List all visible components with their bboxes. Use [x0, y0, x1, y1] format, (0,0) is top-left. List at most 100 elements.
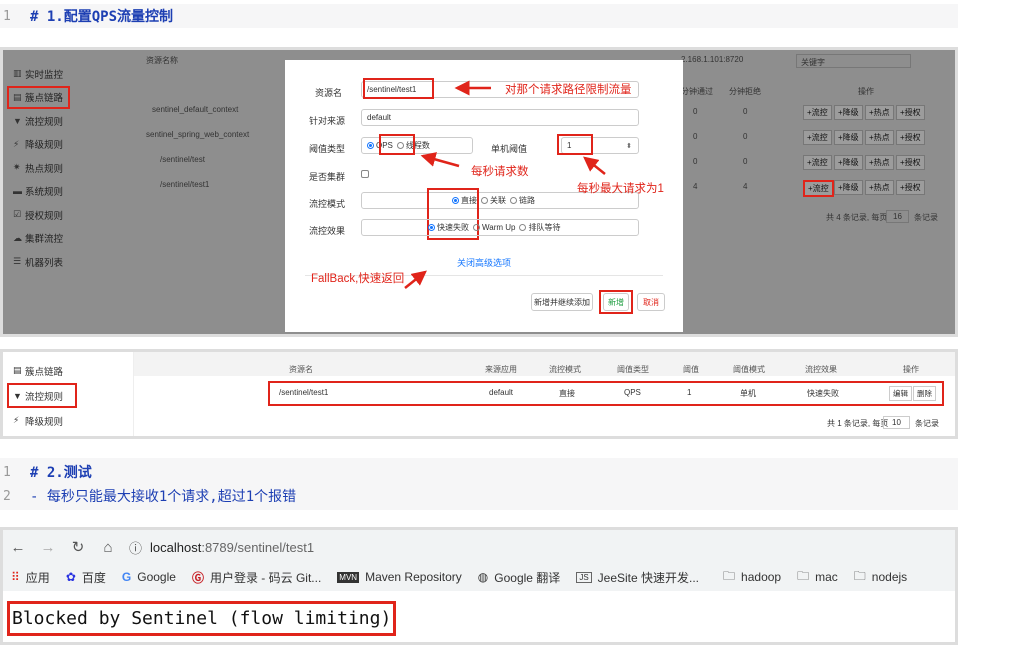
hot-button[interactable]: +热点	[865, 155, 894, 170]
sidebar: ▤ 簇点链路 ▼ 流控规则 ⚡ 降级规则	[3, 352, 134, 436]
gitee-icon: Ⓖ	[191, 570, 204, 585]
line-number: 1	[3, 8, 11, 24]
table-header: 操作	[903, 365, 919, 374]
blocked-message: Blocked by Sentinel (flow limiting)	[7, 601, 397, 636]
sidebar-item-machines[interactable]: ☰ 机器列表	[3, 250, 136, 274]
list-icon: ☰	[13, 256, 22, 267]
arrow-icon	[420, 152, 460, 168]
table-header: 资源名	[289, 365, 313, 374]
cell-effect: 快速失败	[807, 389, 839, 398]
code-heading: # 2.测试	[30, 465, 92, 481]
list-icon: ▤	[13, 91, 22, 102]
sidebar-item-degrade-rules[interactable]: ⚡ 降级规则	[3, 133, 136, 157]
sidebar-item-degrade-rules[interactable]: ⚡ 降级规则	[3, 408, 133, 433]
bolt-icon: ⚡	[13, 138, 20, 149]
sidebar-item-system-rules[interactable]: ▬ 系统规则	[3, 180, 136, 204]
bookmark-apps[interactable]: ⠿ 应用	[11, 569, 50, 586]
auth-button[interactable]: +授权	[896, 180, 925, 195]
edit-button[interactable]: 编辑	[889, 386, 912, 401]
auth-button[interactable]: +授权	[896, 155, 925, 170]
sidebar-item-auth-rules[interactable]: ☑ 授权规则	[3, 203, 136, 227]
code-heading: # 1.配置QPS流量控制	[30, 9, 174, 25]
reject-value: 0	[743, 157, 748, 166]
flow-rule-modal: 资源名 /sentinel/test1 针对来源 default 阈值类型 QP…	[285, 60, 683, 332]
degrade-button[interactable]: +降级	[834, 155, 863, 170]
auth-button[interactable]: +授权	[896, 130, 925, 145]
pass-value: 0	[693, 107, 698, 116]
forward-icon[interactable]: →	[33, 539, 63, 556]
sidebar-item-resource-chain[interactable]: ▤ 簇点链路	[3, 358, 133, 383]
code-block-config: 1 # 1.配置QPS流量控制	[0, 4, 958, 28]
flow-button[interactable]: +流控	[803, 155, 832, 170]
col-pass: 分钟通过	[681, 87, 713, 96]
google-icon: G	[121, 570, 132, 584]
sidebar-item-realtime[interactable]: ▥ 实时监控	[3, 62, 136, 86]
row-highlight	[268, 381, 944, 406]
reload-icon[interactable]: ↻	[63, 538, 93, 556]
line-number: 2	[3, 488, 11, 504]
col-ops: 操作	[858, 87, 874, 96]
maven-icon: MVN	[337, 571, 360, 583]
filter-icon: ▼	[13, 115, 22, 126]
page-content: Blocked by Sentinel (flow limiting)	[3, 591, 955, 642]
flow-button-highlighted[interactable]: +流控	[803, 180, 834, 197]
sidebar-item-flow-rules[interactable]: ▼ 流控规则	[7, 383, 77, 408]
degrade-button[interactable]: +降级	[834, 105, 863, 120]
hot-button[interactable]: +热点	[865, 130, 894, 145]
resource-row: sentinel_spring_web_context	[146, 130, 250, 139]
reject-value: 0	[743, 132, 748, 141]
flow-button[interactable]: +流控	[803, 130, 832, 145]
hot-button[interactable]: +热点	[865, 180, 894, 195]
filter-icon: ▼	[13, 390, 22, 401]
degrade-button[interactable]: +降级	[834, 130, 863, 145]
search-input[interactable]: 关键字	[796, 54, 911, 68]
sidebar: ▥ 实时监控 ▤ 簇点链路 ▼ 流控规则 ⚡ 降级规则 ✷ 热点规则 ▬ 系统规则 ☑ 授权规…	[3, 50, 136, 334]
bookmark-jeesite[interactable]: JS JeeSite 快速开发...	[576, 569, 699, 586]
info-icon: ⓘ	[129, 540, 143, 556]
sidebar-item-hot-rules[interactable]: ✷ 热点规则	[3, 156, 136, 180]
auth-button[interactable]: +授权	[896, 105, 925, 120]
jeesite-icon: JS	[576, 571, 592, 583]
browser-toolbar: ← → ↻ ⌂ ⓘ localhost:8789/sentinel/test1	[3, 530, 955, 564]
bookmark-maven[interactable]: MVN Maven Repository	[337, 570, 462, 584]
hot-button[interactable]: +热点	[865, 105, 894, 120]
apps-grid-icon: ⠿	[11, 570, 20, 584]
screenshot-flow-rules-table: ▤ 簇点链路 ▼ 流控规则 ⚡ 降级规则 资源名 来源应用 流控模式 阈值类型 阈值 …	[0, 349, 958, 439]
bookmarks-bar: ⠿ 应用 ✿ 百度 G Google Ⓖ 用户登录 - 码云 Git... MVN Mav…	[3, 564, 955, 590]
pager-size[interactable]: 10	[883, 416, 910, 429]
home-icon[interactable]: ⌂	[93, 539, 123, 556]
pager-size[interactable]: 16	[886, 210, 909, 223]
cell-resource: /sentinel/test1	[279, 388, 329, 397]
bookmark-google-translate[interactable]: ◍ Google 翻译	[478, 569, 561, 586]
code-block-test: 1 # 2.测试 2 - 每秒只能最大接收1个请求,超过1个报错	[0, 458, 958, 510]
code-line: 1 # 2.测试	[0, 460, 958, 484]
bookmark-nodejs[interactable]: 🗀 nodejs	[854, 567, 907, 588]
flow-button[interactable]: +流控	[803, 105, 832, 120]
address-bar[interactable]: ⓘ localhost:8789/sentinel/test1	[129, 538, 314, 557]
arrows-overlay	[404, 80, 606, 289]
resource-row: /sentinel/test1	[160, 180, 210, 189]
cell-threshold: 1	[687, 388, 692, 397]
reject-value: 4	[743, 182, 748, 191]
bookmark-gitee[interactable]: Ⓖ 用户登录 - 码云 Git...	[192, 569, 321, 586]
delete-button[interactable]: 删除	[913, 386, 936, 401]
degrade-button[interactable]: +降级	[834, 180, 863, 195]
pager-unit: 条记录	[915, 419, 939, 428]
sidebar-item-flow-rules[interactable]: ▼ 流控规则	[3, 109, 136, 133]
check-icon: ☑	[13, 209, 22, 220]
bookmark-mac[interactable]: 🗀 mac	[797, 567, 838, 588]
column-header: 资源名称	[146, 56, 178, 65]
fire-icon: ✷	[13, 162, 21, 173]
cell-source: default	[489, 388, 514, 397]
sidebar-item-cluster-flow[interactable]: ☁ 集群流控	[3, 227, 136, 251]
folder-icon: 🗀	[797, 568, 810, 583]
bookmark-google[interactable]: G Google	[122, 570, 176, 584]
table-header: 流控效果	[805, 365, 837, 374]
sidebar-item-resource-chain[interactable]: ▤ 簇点链路	[7, 85, 70, 109]
screenshot-flow-rule-modal: ▥ 实时监控 ▤ 簇点链路 ▼ 流控规则 ⚡ 降级规则 ✷ 热点规则 ▬ 系统规则 ☑ 授权规…	[0, 47, 958, 337]
server-icon: ▬	[13, 186, 22, 197]
bookmark-baidu[interactable]: ✿ 百度	[66, 569, 106, 586]
folder-icon: 🗀	[853, 568, 866, 583]
back-icon[interactable]: ←	[3, 539, 33, 556]
bookmark-hadoop[interactable]: 🗀 hadoop	[723, 567, 781, 588]
